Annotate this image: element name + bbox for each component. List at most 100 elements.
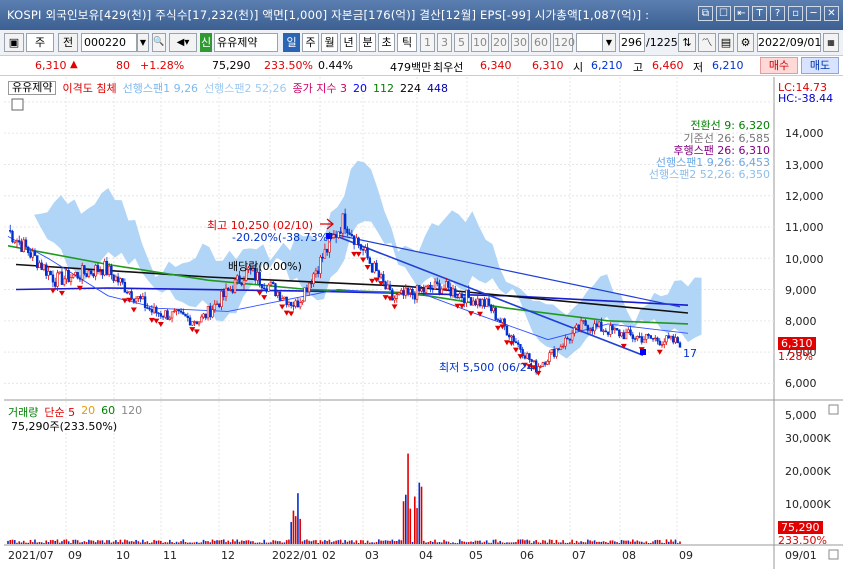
volume-bar [164, 542, 167, 544]
volume-bar [101, 540, 104, 544]
period-week-tab[interactable]: 주 [302, 33, 319, 52]
volume-bar [674, 539, 677, 544]
volume-bar [344, 540, 346, 544]
date-input[interactable]: 2022/09/01 [757, 33, 821, 52]
interval-60[interactable]: 60 [531, 33, 551, 52]
maximize-icon[interactable]: ▫ [788, 6, 803, 21]
volume-bar [162, 542, 164, 544]
window-copy-icon[interactable]: ⧉ [698, 6, 713, 21]
interval-1[interactable]: 1 [420, 33, 435, 52]
candle-body [485, 298, 488, 307]
candle-body [523, 355, 527, 359]
candle-body [128, 291, 131, 294]
volume-bar [557, 542, 560, 544]
candle-body [170, 311, 174, 319]
volume-bar [600, 541, 603, 544]
volume-bar [182, 539, 185, 544]
volume-bar [56, 539, 59, 544]
interval-20[interactable]: 20 [491, 33, 509, 52]
candle-body [465, 289, 468, 304]
candle-body [476, 298, 479, 306]
volume-bar [533, 541, 535, 544]
candle-body [548, 352, 551, 362]
panel-toggle-icon[interactable]: ▣ [4, 33, 24, 52]
period-second-tab[interactable]: 초 [378, 33, 395, 52]
speaker-icon[interactable]: ◀▾ [169, 33, 197, 52]
candle-body [161, 316, 165, 318]
period-day-tab[interactable]: 일 [283, 33, 300, 52]
volume-bar [582, 542, 585, 544]
legend-close-index: 종가 지수 3 [292, 82, 348, 95]
candle-body [78, 277, 82, 280]
volume-bar [16, 542, 18, 544]
period-year-tab[interactable]: 년 [340, 33, 357, 52]
volume-bar [195, 541, 198, 544]
indicator-legend: 유유제약 이격도 침체 선행스팬1 9,26 선행스팬2 52,26 종가 지수… [8, 81, 448, 95]
candle-body [222, 290, 225, 297]
quote-bar: 6,310 ▲ 80 +1.28% 75,290 233.50% 0.44% 4… [0, 56, 843, 76]
volume-bar [485, 540, 488, 544]
candle-body [94, 265, 97, 277]
interval-3[interactable]: 3 [437, 33, 452, 52]
interval-30[interactable]: 30 [511, 33, 529, 52]
window-restore-icon[interactable]: ☐ [716, 6, 731, 21]
interval-120[interactable]: 120 [553, 33, 575, 52]
candle-body [400, 290, 403, 294]
volume-bar [384, 540, 387, 544]
period-tick-tab[interactable]: 틱 [397, 33, 417, 52]
chart-stock-name[interactable]: 유유제약 [8, 81, 57, 95]
period-minute-tab[interactable]: 분 [359, 33, 376, 52]
code-dropdown-icon[interactable]: ▼ [137, 33, 149, 52]
sell-button[interactable]: 매도 [801, 57, 839, 74]
candle-body [568, 338, 572, 341]
trend-icon[interactable]: 〽 [698, 33, 716, 52]
candle-body [209, 305, 212, 318]
pin-icon[interactable]: ⇤ [734, 6, 749, 21]
candle-body [604, 330, 608, 333]
market-select[interactable]: 주 [26, 33, 54, 52]
search-icon[interactable]: 🔍 [152, 33, 166, 52]
stock-code-input[interactable]: 000220 [81, 33, 137, 52]
count-input[interactable]: 296 [619, 33, 645, 52]
volume-bar [632, 539, 634, 544]
date-tick: 06 [520, 549, 534, 562]
volume-bar [497, 542, 499, 544]
candle-body [116, 276, 120, 283]
calendar-icon[interactable]: ▦ [823, 33, 839, 52]
volume-bar [135, 539, 137, 544]
interval-dropdown-icon[interactable]: ▼ [602, 33, 616, 52]
period-month-tab[interactable]: 월 [321, 33, 338, 52]
volume-bar [29, 539, 32, 544]
candle-body [570, 332, 574, 341]
candle-body [431, 288, 434, 290]
candle-body [287, 301, 291, 306]
candle-body [200, 316, 203, 323]
volume-bar [357, 543, 360, 544]
all-toggle[interactable]: 전 [58, 33, 78, 52]
volume-bar [9, 540, 12, 544]
volume-bar [267, 542, 270, 544]
tools-icon[interactable]: ⇅ [678, 33, 696, 52]
close-icon[interactable]: ✕ [824, 6, 839, 21]
candle-body [175, 309, 178, 312]
volume-bar [209, 542, 212, 544]
volume-bar [88, 539, 90, 544]
stock-name-field[interactable]: 유유제약 [214, 33, 278, 52]
volume-bar [263, 539, 266, 544]
volume-bar [627, 540, 630, 544]
settings-gear-icon[interactable]: ⚙ [737, 33, 754, 52]
help-icon[interactable]: ? [770, 6, 785, 21]
interval-10[interactable]: 10 [471, 33, 489, 52]
volume-bar [49, 540, 52, 544]
interval-5[interactable]: 5 [454, 33, 469, 52]
candle-body [543, 362, 547, 365]
save-icon[interactable]: ▤ [718, 33, 734, 52]
candle-body [263, 287, 266, 290]
candle-body [494, 307, 497, 320]
text-icon[interactable]: T [752, 6, 767, 21]
volume-bar [676, 543, 679, 544]
volume-bar [458, 539, 461, 544]
minimize-icon[interactable]: ─ [806, 6, 821, 21]
buy-button[interactable]: 매수 [760, 57, 798, 74]
candle-body [107, 265, 111, 275]
